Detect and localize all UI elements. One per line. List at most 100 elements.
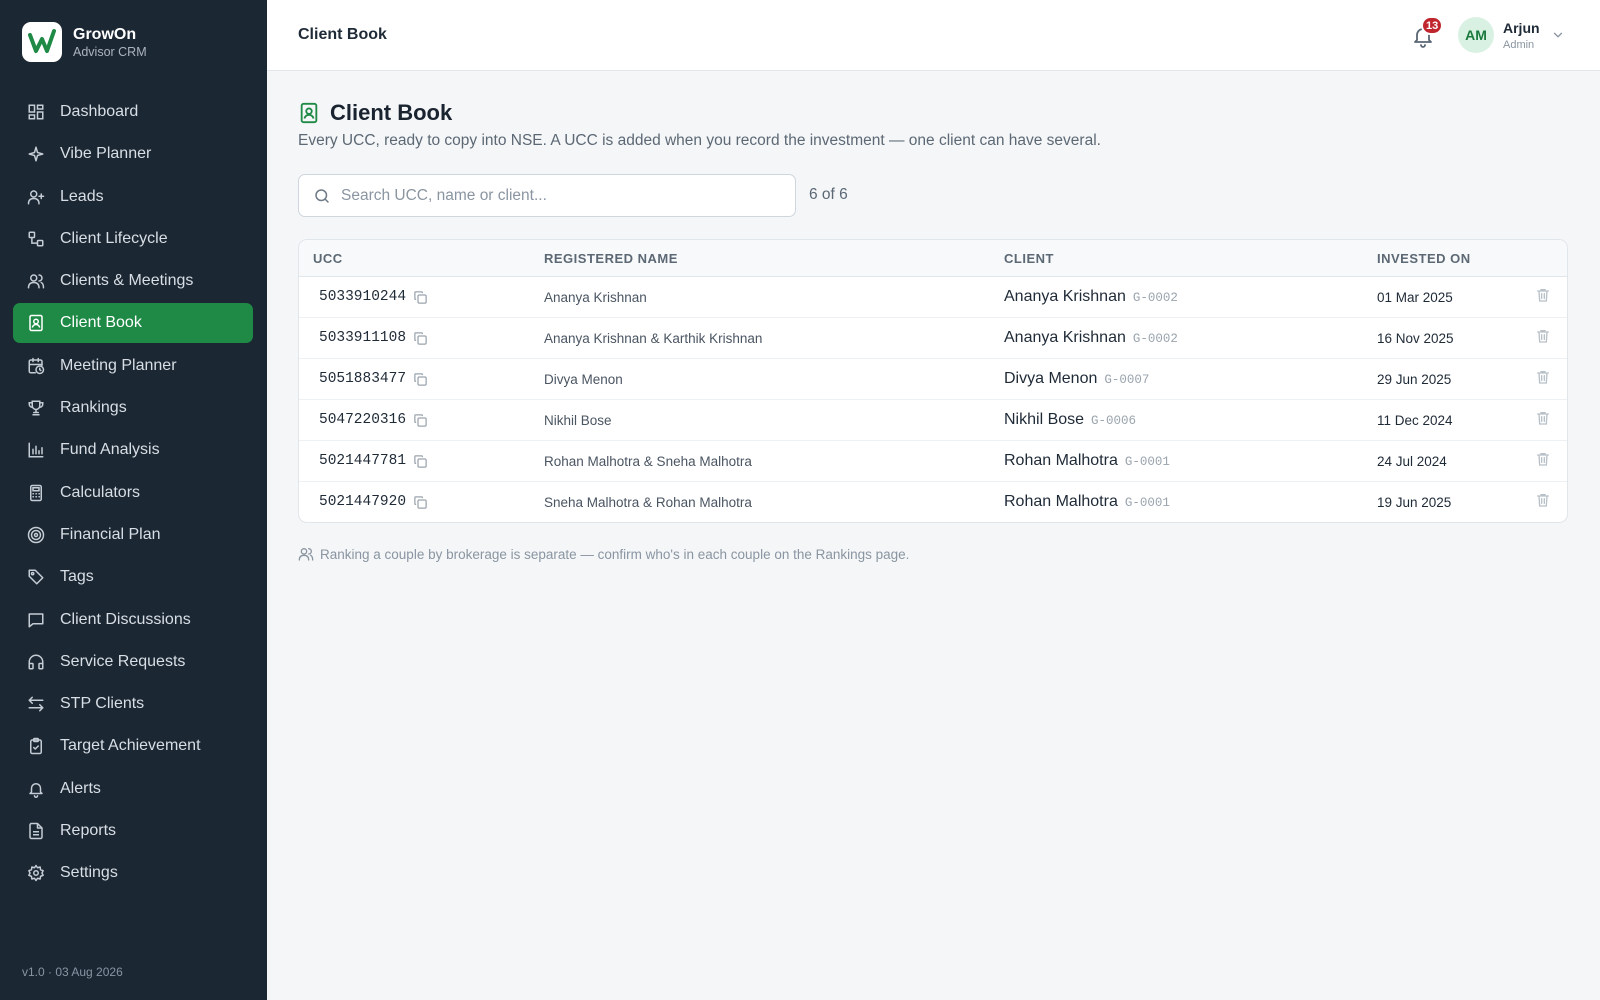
sidebar-item-label: Leads — [60, 187, 104, 205]
sidebar-nav: Dashboard Vibe Planner Leads Client Life… — [13, 92, 253, 896]
sidebar-item-client-book[interactable]: Client Book — [13, 303, 253, 344]
sidebar-item-fund-analysis[interactable]: Fund Analysis — [13, 430, 253, 470]
copy-icon[interactable] — [413, 372, 428, 387]
sidebar-item-label: Client Lifecycle — [60, 229, 168, 247]
gear-icon — [26, 863, 46, 883]
contact-book-icon — [26, 313, 46, 333]
registered-name: Rohan Malhotra & Sneha Malhotra — [544, 454, 752, 469]
sidebar-item-label: Settings — [60, 864, 118, 882]
sidebar-item-settings[interactable]: Settings — [13, 853, 253, 893]
client-name-link[interactable]: Ananya Krishnan — [1004, 329, 1126, 347]
chevron-down-icon[interactable] — [1551, 28, 1565, 42]
trash-icon[interactable] — [1535, 369, 1551, 385]
sidebar-item-alerts[interactable]: Alerts — [13, 769, 253, 809]
arrows-icon — [26, 694, 46, 714]
sidebar-item-label: Dashboard — [60, 103, 139, 120]
target-icon — [26, 525, 46, 545]
sidebar-item-label: Calculators — [60, 483, 141, 501]
ucc-value[interactable]: 5021447920 — [319, 494, 406, 510]
client-code: G-0001 — [1124, 496, 1170, 510]
ucc-table: UCC REGISTERED NAME CLIENT INVESTED ON 5… — [298, 239, 1568, 523]
trash-icon[interactable] — [1535, 492, 1551, 508]
table-row: 5033910244 Ananya Krishnan Ananya Krishn… — [299, 277, 1567, 318]
notification-count-badge: 13 — [1421, 16, 1444, 35]
calculator-icon — [26, 483, 46, 503]
clipboard-check-icon — [26, 736, 46, 756]
sparkle-icon — [26, 144, 46, 164]
client-name-link[interactable]: Nikhil Bose — [1004, 411, 1084, 429]
brand-subtitle: Advisor CRM — [73, 44, 147, 59]
copy-icon[interactable] — [413, 290, 428, 305]
sidebar-item-meeting-planner[interactable]: Meeting Planner — [13, 346, 253, 386]
invested-date: 16 Nov 2025 — [1377, 331, 1454, 346]
sidebar-item-leads[interactable]: Leads — [13, 177, 253, 217]
brand[interactable]: GrowOn Advisor CRM — [22, 22, 147, 62]
sidebar-item-tags[interactable]: Tags — [13, 557, 253, 597]
sidebar-item-label: Fund Analysis — [60, 441, 160, 459]
sidebar-item-target-achievement[interactable]: Target Achievement — [13, 726, 253, 766]
avatar[interactable]: AM — [1458, 17, 1494, 53]
footnote: Ranking a couple by brokerage is separat… — [298, 546, 909, 562]
topbar-title: Client Book — [298, 26, 387, 43]
sidebar-item-client-discussions[interactable]: Client Discussions — [13, 600, 253, 640]
sidebar-item-calculators[interactable]: Calculators — [13, 473, 253, 513]
table-row: 5021447920 Sneha Malhotra & Rohan Malhot… — [299, 482, 1567, 522]
tag-icon — [26, 567, 46, 587]
registered-name: Ananya Krishnan & Karthik Krishnan — [544, 331, 763, 346]
copy-icon[interactable] — [413, 331, 428, 346]
message-icon — [26, 610, 46, 630]
users-icon — [26, 271, 46, 291]
sidebar-item-service-requests[interactable]: Service Requests — [13, 642, 253, 682]
trash-icon[interactable] — [1535, 287, 1551, 303]
sidebar-item-label: STP Clients — [60, 695, 145, 713]
trash-icon[interactable] — [1535, 451, 1551, 467]
ucc-value[interactable]: 5033910244 — [319, 289, 406, 305]
sidebar-item-stp-clients[interactable]: STP Clients — [13, 684, 253, 724]
topbar: Client Book 13 AM Arjun Admin — [267, 0, 1600, 71]
page-heading: Client Book — [298, 100, 452, 126]
sidebar-item-dashboard[interactable]: Dashboard — [13, 92, 253, 132]
ucc-value[interactable]: 5021447781 — [319, 453, 406, 469]
table-row: 5021447781 Rohan Malhotra & Sneha Malhot… — [299, 441, 1567, 482]
ucc-value[interactable]: 5033911108 — [319, 330, 406, 346]
sidebar-item-vibe-planner[interactable]: Vibe Planner — [13, 134, 253, 174]
client-name-link[interactable]: Ananya Krishnan — [1004, 288, 1126, 306]
copy-icon[interactable] — [413, 495, 428, 510]
client-name-link[interactable]: Rohan Malhotra — [1004, 452, 1118, 470]
copy-icon[interactable] — [413, 413, 428, 428]
sidebar-item-label: Service Requests — [60, 652, 186, 670]
registered-name: Nikhil Bose — [544, 413, 612, 428]
sidebar: GrowOn Advisor CRM Dashboard Vibe Planne… — [0, 0, 267, 1000]
page-description: Every UCC, ready to copy into NSE. A UCC… — [298, 132, 1101, 149]
sidebar-item-label: Clients & Meetings — [60, 272, 194, 290]
sidebar-item-financial-plan[interactable]: Financial Plan — [13, 515, 253, 555]
copy-icon[interactable] — [413, 454, 428, 469]
trash-icon[interactable] — [1535, 328, 1551, 344]
trash-icon[interactable] — [1535, 410, 1551, 426]
column-header-invested-on[interactable]: INVESTED ON — [1377, 251, 1471, 266]
client-name-link[interactable]: Rohan Malhotra — [1004, 493, 1118, 511]
column-header-client[interactable]: CLIENT — [1004, 251, 1054, 266]
sidebar-item-clients-meetings[interactable]: Clients & Meetings — [13, 261, 253, 301]
sidebar-item-client-lifecycle[interactable]: Client Lifecycle — [13, 219, 253, 259]
bar-chart-icon — [26, 440, 46, 460]
search-input[interactable] — [341, 186, 771, 205]
invested-date: 11 Dec 2024 — [1377, 413, 1453, 428]
client-name-link[interactable]: Divya Menon — [1004, 370, 1097, 388]
sidebar-item-label: Tags — [60, 568, 94, 586]
headphones-icon — [26, 652, 46, 672]
column-header-ucc[interactable]: UCC — [313, 251, 343, 266]
sidebar-item-label: Vibe Planner — [60, 145, 152, 163]
sidebar-item-rankings[interactable]: Rankings — [13, 388, 253, 428]
sidebar-item-label: Alerts — [60, 779, 101, 797]
sidebar-item-reports[interactable]: Reports — [13, 811, 253, 851]
table-row: 5033911108 Ananya Krishnan & Karthik Kri… — [299, 318, 1567, 359]
user-name[interactable]: Arjun — [1503, 20, 1540, 36]
ucc-value[interactable]: 5047220316 — [319, 412, 406, 428]
column-header-registered-name[interactable]: REGISTERED NAME — [544, 251, 678, 266]
table-row: 5051883477 Divya Menon Divya Menon G-0007… — [299, 359, 1567, 400]
client-code: G-0002 — [1132, 332, 1178, 346]
invested-date: 19 Jun 2025 — [1377, 495, 1452, 510]
trophy-icon — [26, 398, 46, 418]
ucc-value[interactable]: 5051883477 — [319, 371, 406, 387]
